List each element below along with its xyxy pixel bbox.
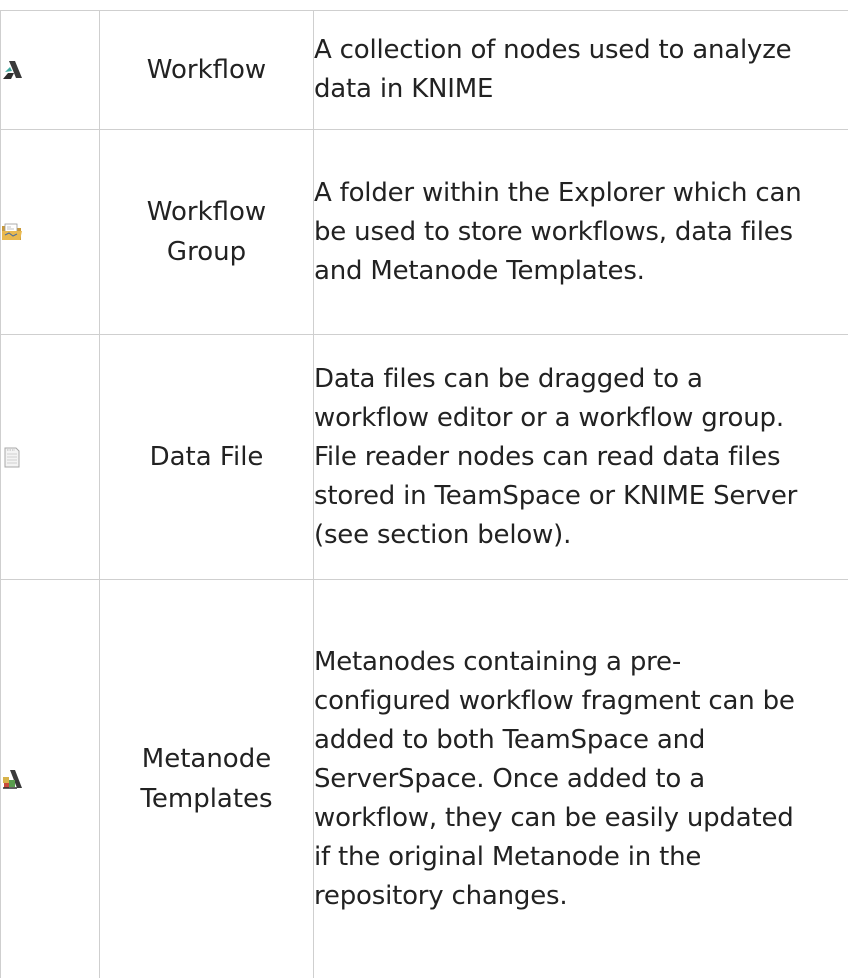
- item-description: A folder within the Explorer which can b…: [314, 174, 814, 291]
- item-types-table: Workflow A collection of nodes used to a…: [0, 10, 848, 978]
- item-name: Data File: [122, 437, 292, 477]
- item-description-cell: Metanodes containing a pre-configured wo…: [314, 580, 848, 978]
- item-description: Metanodes containing a pre-configured wo…: [314, 643, 814, 916]
- item-name: Workflow: [122, 50, 292, 90]
- item-name: Metanode Templates: [122, 739, 292, 819]
- table-row: Data File Data files can be dragged to a…: [1, 335, 848, 580]
- item-name-cell: Workflow: [100, 11, 314, 130]
- item-description-cell: A folder within the Explorer which can b…: [314, 130, 848, 335]
- item-description: A collection of nodes used to analyze da…: [314, 31, 814, 109]
- icon-cell: [1, 335, 100, 580]
- item-name-cell: Data File: [100, 335, 314, 580]
- icon-cell: [1, 580, 100, 978]
- table-row: Workflow Group A folder within the Explo…: [1, 130, 848, 335]
- table-row: Metanode Templates Metanodes containing …: [1, 580, 848, 978]
- item-description-cell: Data files can be dragged to a workflow …: [314, 335, 848, 580]
- table-row: Workflow A collection of nodes used to a…: [1, 11, 848, 130]
- metanode-template-icon: [1, 768, 23, 790]
- icon-cell: [1, 130, 100, 335]
- workflow-group-folder-icon: [1, 221, 23, 243]
- item-name: Workflow Group: [122, 192, 292, 272]
- workflow-icon: [1, 59, 23, 81]
- icon-cell: [1, 11, 100, 130]
- item-description: Data files can be dragged to a workflow …: [314, 360, 814, 555]
- item-name-cell: Workflow Group: [100, 130, 314, 335]
- item-description-cell: A collection of nodes used to analyze da…: [314, 11, 848, 130]
- data-file-icon: [1, 446, 23, 468]
- item-name-cell: Metanode Templates: [100, 580, 314, 978]
